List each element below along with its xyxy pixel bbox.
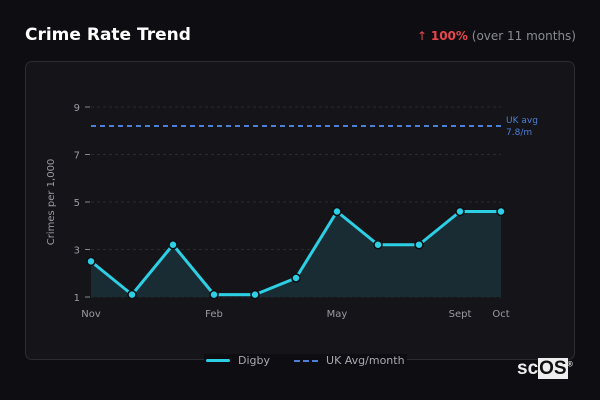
data-point	[291, 273, 301, 283]
data-point	[209, 289, 219, 300]
series-area	[91, 211, 501, 297]
y-tick-label: 5	[74, 198, 80, 209]
data-point	[455, 206, 465, 217]
data-point	[414, 240, 424, 250]
legend-label-uk-avg[interactable]: UK Avg/month	[326, 354, 405, 367]
data-point	[168, 240, 178, 250]
uk-avg-label: UK avg	[506, 116, 538, 126]
y-tick-label: 7	[74, 151, 80, 162]
y-tick-label: 9	[74, 103, 80, 114]
x-tick-label: Sept	[449, 309, 472, 320]
y-tick-label: 1	[74, 293, 80, 304]
x-tick-label: Feb	[205, 309, 223, 320]
data-point	[332, 206, 342, 217]
y-axis-label: Crimes per 1,000	[46, 159, 57, 246]
line-chart: 1 3 5 7 9 Crimes per 1,000 Nov Feb May Sept Oct UK …	[46, 103, 538, 320]
data-point	[250, 289, 260, 300]
data-point	[496, 206, 506, 217]
data-point	[86, 256, 96, 267]
legend-swatch-digby	[206, 359, 230, 362]
scos-logo: scOS®	[517, 358, 573, 379]
y-tick-label: 3	[74, 246, 80, 257]
data-point	[127, 289, 137, 300]
uk-avg-value-label: 7.8/m	[506, 128, 532, 138]
x-tick-label: Oct	[492, 309, 509, 320]
legend-swatch-uk-avg	[294, 359, 319, 362]
x-tick-label: May	[327, 309, 348, 320]
legend-label-digby[interactable]: Digby	[238, 354, 270, 367]
x-tick-label: Nov	[81, 309, 101, 320]
data-point	[373, 240, 383, 250]
legend: Digby UK Avg/month	[204, 354, 407, 367]
